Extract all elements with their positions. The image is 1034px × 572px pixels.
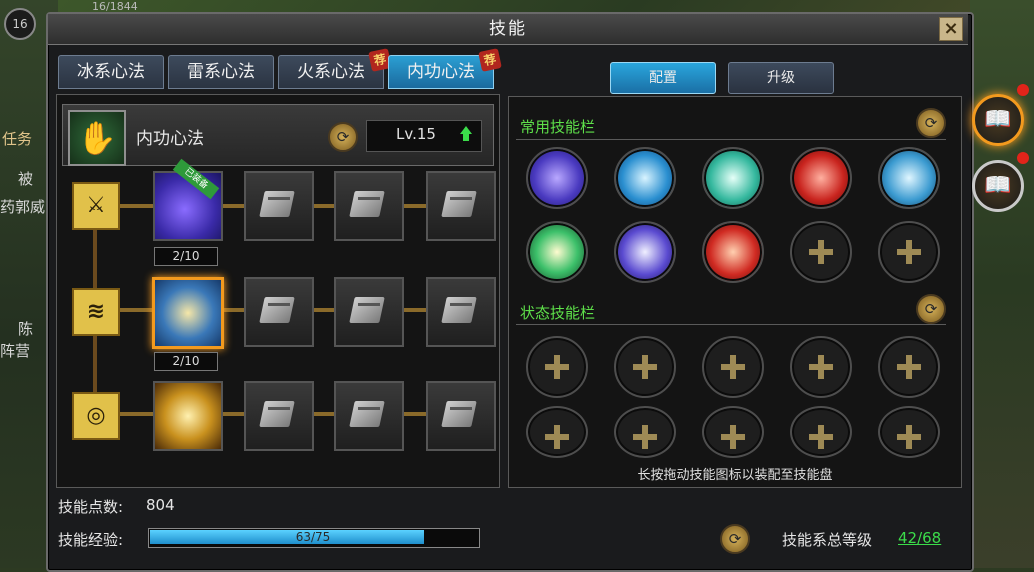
empty-status-slot[interactable] [790,406,852,458]
points-label: 技能点数: [58,498,124,516]
refresh-icon[interactable]: ⟳ [328,122,358,152]
side-quest-label[interactable]: 任务 [2,128,32,149]
empty-status-slot[interactable] [790,336,852,398]
locked-skill-slot[interactable] [426,171,496,241]
level-up-arrow-stem [463,134,469,141]
locked-skill-slot[interactable] [244,277,314,347]
refresh-icon[interactable]: ⟳ [916,108,946,138]
ice-arrow-skill-icon[interactable] [614,147,676,209]
tab-fire[interactable]: 火系心法 [278,55,384,89]
divider [516,324,946,325]
locked-skill-slot[interactable] [244,381,314,451]
status-bar-title: 状态技能栏 [520,304,596,322]
empty-status-slot[interactable] [614,336,676,398]
moon-arc-skill-icon[interactable] [614,221,676,283]
red-spear-skill-icon[interactable] [702,221,764,283]
tab-upgrade[interactable]: 升级 [728,62,834,94]
blade-type-icon[interactable]: ⚔ [72,182,120,230]
empty-status-slot[interactable] [878,336,940,398]
empty-skill-slot[interactable] [790,221,852,283]
purple-sword-skill-icon[interactable] [526,147,588,209]
exp-text: 63/75 [295,530,331,544]
wind-blade-skill-icon[interactable] [702,147,764,209]
exp-label: 技能经验: [58,531,124,549]
locked-skill-slot[interactable] [334,381,404,451]
tab-inner[interactable]: 内功心法 [388,55,494,89]
common-bar-title: 常用技能栏 [520,118,596,136]
side-text-1: 被 [18,170,34,188]
divider [516,139,946,140]
refresh-icon[interactable]: ⟳ [720,524,750,554]
points-value: 804 [146,496,175,514]
drag-hint: 长按拖动技能图标以装配至技能盘 [637,468,833,483]
recommend-badge-inner: 荐 [478,48,502,72]
empty-skill-slot[interactable] [878,221,940,283]
green-fist-icon: ✋ [68,110,126,166]
vortex-type-icon[interactable]: ◎ [72,392,120,440]
side-text-2: 药郭威 [0,198,46,216]
notification-dot [1017,152,1029,164]
locked-skill-slot[interactable] [244,171,314,241]
level-up-arrow-icon[interactable] [460,126,472,134]
empty-status-slot[interactable] [526,406,588,458]
notification-dot [1017,84,1029,96]
red-blade-skill-icon[interactable] [790,147,852,209]
empty-status-slot[interactable] [526,336,588,398]
book-icon[interactable]: 📖 [972,94,1024,146]
school-name: 内功心法 [136,129,204,149]
tab-ice[interactable]: 冰系心法 [58,55,164,89]
skull-frost-skill-icon[interactable] [878,147,940,209]
locked-skill-slot[interactable] [334,171,404,241]
empty-status-slot[interactable] [878,406,940,458]
total-level-label: 技能系总等级 [782,531,873,549]
skill-count-2: 2/10 [154,352,218,371]
book-icon[interactable]: 📖 [972,160,1024,212]
empty-status-slot[interactable] [614,406,676,458]
golden-burst-skill-icon[interactable] [153,381,223,451]
side-text-4: 阵营 [0,342,31,360]
locked-skill-slot[interactable] [426,277,496,347]
locked-skill-slot[interactable] [426,381,496,451]
empty-status-slot[interactable] [702,406,764,458]
school-level: Lv.15 [396,125,436,143]
tab-configure[interactable]: 配置 [610,62,716,94]
wind-type-icon[interactable]: ≋ [72,288,120,336]
close-button[interactable]: × [939,17,963,41]
locked-skill-slot[interactable] [334,277,404,347]
total-level-value[interactable]: 42/68 [898,529,941,547]
blue-swirl-skill-icon[interactable] [152,277,224,349]
side-text-3: 陈 [18,320,34,338]
empty-status-slot[interactable] [702,336,764,398]
tab-thunder[interactable]: 雷系心法 [168,55,274,89]
player-level-badge[interactable]: 16 [4,8,36,40]
green-burst-skill-icon[interactable] [526,221,588,283]
skill-count-1: 2/10 [154,247,218,266]
window-title: 技能 [489,19,527,39]
refresh-icon[interactable]: ⟳ [916,294,946,324]
